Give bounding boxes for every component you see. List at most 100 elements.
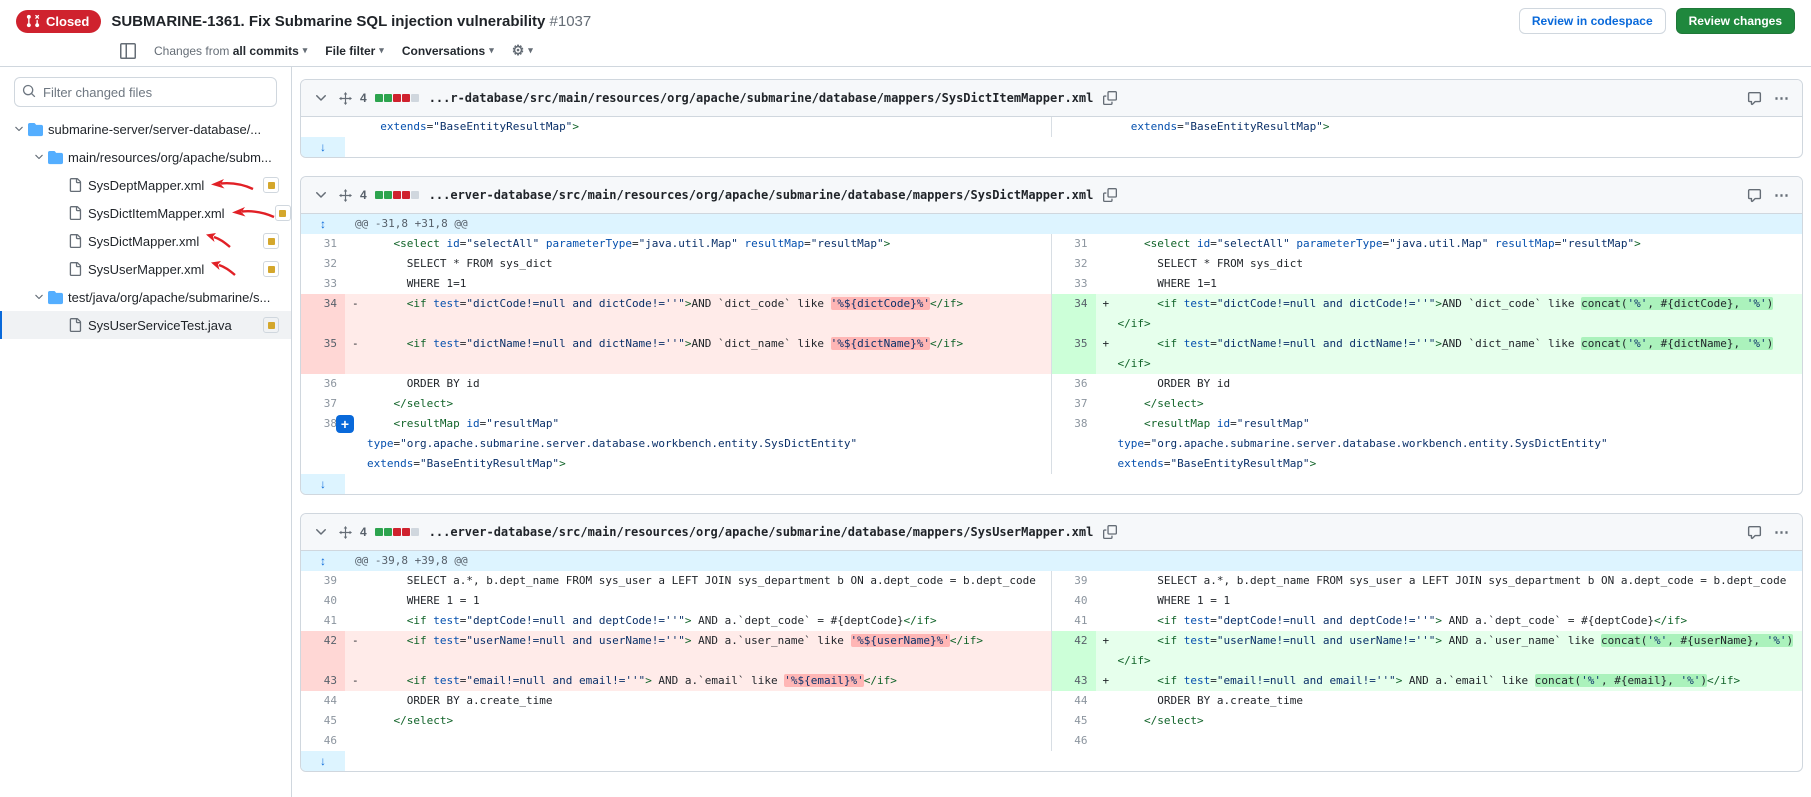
tree-item-label: main/resources/org/apache/subm... — [68, 150, 272, 165]
add-line-comment-button[interactable]: + — [336, 415, 354, 433]
modified-status-icon — [263, 261, 279, 277]
old-line-number[interactable] — [301, 117, 345, 137]
expand-hunk-button[interactable]: ↕ — [301, 214, 345, 234]
changes-from-dropdown[interactable]: Changes from all commits▾ — [154, 44, 307, 58]
review-in-codespace-button[interactable]: Review in codespace — [1519, 8, 1666, 34]
new-code-line: </select> — [1096, 711, 1803, 731]
deletion-sign: - — [352, 631, 359, 651]
tree-file-item[interactable]: SysDictItemMapper.xml — [0, 199, 291, 227]
old-line-number[interactable]: 34 — [301, 294, 345, 334]
diff-list: 4...r-database/src/main/resources/org/ap… — [292, 67, 1811, 797]
comment-icon[interactable] — [1745, 89, 1764, 108]
tree-file-item[interactable]: SysUserMapper.xml — [0, 255, 291, 283]
folder-icon — [48, 290, 68, 305]
old-code-line: </select> — [345, 711, 1052, 731]
old-line-number[interactable]: 42 — [301, 631, 345, 671]
new-line-number[interactable]: 35 — [1052, 334, 1096, 374]
old-line-number[interactable]: 31 — [301, 234, 345, 254]
expand-hunk-button[interactable]: ↕ — [301, 551, 345, 571]
old-line-number[interactable]: 43 — [301, 671, 345, 691]
chevron-down-icon[interactable] — [10, 123, 28, 135]
diff-file-section: 4...r-database/src/main/resources/org/ap… — [300, 79, 1803, 158]
drag-handle-icon[interactable] — [339, 189, 352, 202]
old-line-number[interactable]: 33 — [301, 274, 345, 294]
old-code-line: WHERE 1=1 — [345, 274, 1052, 294]
chevron-down-icon: ▾ — [303, 45, 308, 56]
new-line-number[interactable]: 36 — [1052, 374, 1096, 394]
diffstat-icon — [375, 191, 419, 199]
new-line-number[interactable]: 42 — [1052, 631, 1096, 671]
old-line-number[interactable]: 45 — [301, 711, 345, 731]
new-code-line: + <if test="email!=null and email!=''"> … — [1096, 671, 1803, 691]
copy-path-icon[interactable] — [1101, 186, 1119, 204]
hunk-header: @@ -39,8 +39,8 @@ — [345, 551, 1802, 571]
new-line-number[interactable]: 33 — [1052, 274, 1096, 294]
old-line-number[interactable]: 35 — [301, 334, 345, 374]
deletion-sign: - — [352, 671, 359, 691]
new-code-line: extends="BaseEntityResultMap"> — [1096, 117, 1803, 137]
new-line-number[interactable]: 37 — [1052, 394, 1096, 414]
file-path-link[interactable]: ...erver-database/src/main/resources/org… — [429, 525, 1094, 539]
new-line-number[interactable]: 41 — [1052, 611, 1096, 631]
tree-folder-item[interactable]: test/java/org/apache/submarine/s... — [0, 283, 291, 311]
expand-down-button[interactable]: ↓ — [301, 474, 345, 494]
copy-path-icon[interactable] — [1101, 523, 1119, 541]
file-tree-sidebar: submarine-server/server-database/... main… — [0, 67, 292, 797]
comment-icon[interactable] — [1745, 523, 1764, 542]
new-line-number[interactable]: 32 — [1052, 254, 1096, 274]
comment-icon[interactable] — [1745, 186, 1764, 205]
drag-handle-icon[interactable] — [339, 92, 352, 105]
file-filter-dropdown[interactable]: File filter▾ — [325, 44, 384, 58]
new-line-number[interactable]: 44 — [1052, 691, 1096, 711]
file-options-kebab-icon[interactable]: ⋯ — [1772, 521, 1792, 543]
new-line-number[interactable]: 39 — [1052, 571, 1096, 591]
old-line-number[interactable]: 36 — [301, 374, 345, 394]
drag-handle-icon[interactable] — [339, 526, 352, 539]
chevron-down-icon[interactable] — [30, 291, 48, 303]
closed-pull-request-icon — [26, 14, 40, 28]
file-options-kebab-icon[interactable]: ⋯ — [1772, 87, 1792, 109]
old-line-number[interactable]: 37 — [301, 394, 345, 414]
new-line-number[interactable]: 45 — [1052, 711, 1096, 731]
tree-folder-item[interactable]: submarine-server/server-database/... — [0, 115, 291, 143]
tree-file-item[interactable]: SysDictMapper.xml — [0, 227, 291, 255]
expand-down-button[interactable]: ↓ — [301, 751, 345, 771]
old-line-number[interactable]: 39 — [301, 571, 345, 591]
collapse-file-chevron-icon[interactable] — [311, 88, 331, 108]
old-line-number[interactable]: 40 — [301, 591, 345, 611]
collapse-file-chevron-icon[interactable] — [311, 185, 331, 205]
new-line-number[interactable]: 40 — [1052, 591, 1096, 611]
old-line-number[interactable]: 44 — [301, 691, 345, 711]
new-code-line: + <if test="dictCode!=null and dictCode!… — [1096, 294, 1803, 334]
new-line-number[interactable]: 46 — [1052, 731, 1096, 751]
old-code-line: <resultMap id="resultMap" type="org.apac… — [345, 414, 1052, 474]
pr-number[interactable]: #1037 — [550, 13, 592, 30]
annotation-arrow-icon — [231, 206, 275, 220]
collapse-file-chevron-icon[interactable] — [311, 522, 331, 542]
conversations-dropdown[interactable]: Conversations▾ — [402, 44, 494, 58]
old-line-number[interactable]: 32 — [301, 254, 345, 274]
old-line-number[interactable]: 41 — [301, 611, 345, 631]
new-line-number[interactable]: 43 — [1052, 671, 1096, 691]
diff-settings-dropdown[interactable]: ⚙▾ — [512, 42, 533, 59]
file-path-link[interactable]: ...erver-database/src/main/resources/org… — [429, 188, 1094, 202]
new-line-number[interactable]: 31 — [1052, 234, 1096, 254]
file-filter-input[interactable] — [14, 77, 277, 107]
sidebar-toggle-icon[interactable] — [120, 43, 136, 59]
chevron-down-icon[interactable] — [30, 151, 48, 163]
old-line-number[interactable]: 46 — [301, 731, 345, 751]
tree-folder-item[interactable]: main/resources/org/apache/subm... — [0, 143, 291, 171]
new-line-number[interactable]: 38 — [1052, 414, 1096, 474]
old-line-number[interactable]: 38+ — [301, 414, 345, 474]
new-line-number[interactable]: 34 — [1052, 294, 1096, 334]
review-changes-button[interactable]: Review changes — [1676, 8, 1795, 34]
tree-file-item[interactable]: SysUserServiceTest.java — [0, 311, 291, 339]
diff-row: 44 ORDER BY a.create_time44 ORDER BY a.c… — [301, 691, 1802, 711]
file-icon — [68, 262, 88, 276]
file-options-kebab-icon[interactable]: ⋯ — [1772, 184, 1792, 206]
copy-path-icon[interactable] — [1101, 89, 1119, 107]
file-path-link[interactable]: ...r-database/src/main/resources/org/apa… — [429, 91, 1094, 105]
expand-down-button[interactable]: ↓ — [301, 137, 345, 157]
tree-file-item[interactable]: SysDeptMapper.xml — [0, 171, 291, 199]
new-line-number[interactable] — [1052, 117, 1096, 137]
